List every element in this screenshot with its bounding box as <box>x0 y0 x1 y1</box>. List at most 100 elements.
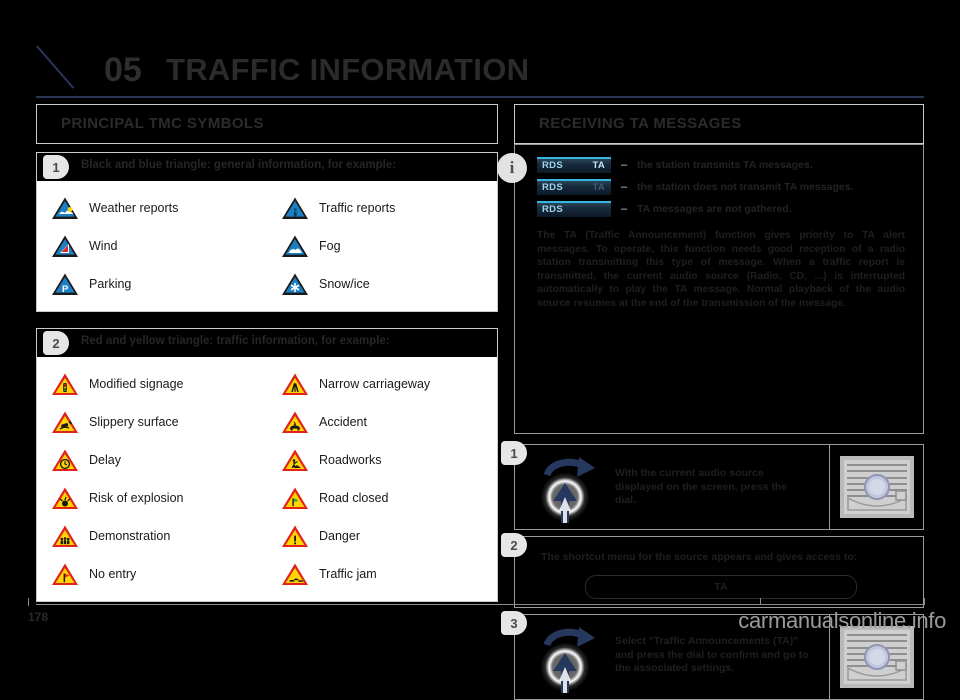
rds-indicator-row: RDS TA – the station does not transmit TA m… <box>537 177 853 196</box>
chapter-number: 05 <box>104 51 142 89</box>
list-dash: – <box>620 180 628 193</box>
symbol-label: Roadworks <box>319 453 382 467</box>
symbol-label: Parking <box>89 277 132 291</box>
blue-triangle-info-icon <box>281 196 309 221</box>
group-2-heading: Red and yellow triangle: traffic informa… <box>81 335 390 347</box>
symbol-label: Fog <box>319 239 341 253</box>
step-badge-2: 2 <box>501 533 527 557</box>
symbol-table-general: Weather reports Traffic reports Wind Fog P Pa… <box>37 181 497 311</box>
symbol-group-1-header: 1 Black and blue triangle: general infor… <box>37 153 497 181</box>
step-3-text: Select "Traffic Announcements (TA)" and … <box>615 635 809 674</box>
blue-triangle-parking-icon: P <box>51 272 79 297</box>
rds-indicator-row: RDS – TA messages are not gathered. <box>537 199 853 218</box>
symbol-label: Traffic jam <box>319 567 377 581</box>
step-badge-3: 3 <box>501 611 527 635</box>
chapter-header-chamfer <box>36 46 82 98</box>
section-banner-chamfer-right <box>865 105 923 143</box>
symbol-label: Slippery surface <box>89 415 179 429</box>
symbol-label: Danger <box>319 529 360 543</box>
list-dash: – <box>620 158 628 171</box>
symbol-row: Roadworks <box>267 441 497 479</box>
warning-triangle-traffic-jam-icon <box>281 562 309 587</box>
symbol-row: Danger <box>267 517 497 555</box>
rds-description: the station does not transmit TA message… <box>637 180 854 193</box>
symbol-label: Weather reports <box>89 201 179 215</box>
ta-indicator: TA <box>592 159 605 171</box>
symbol-label: Road closed <box>319 491 389 505</box>
warning-triangle-road-closed-icon <box>281 486 309 511</box>
car-audio-unit-icon <box>838 624 916 695</box>
symbol-group-2: 2 Red and yellow triangle: traffic infor… <box>36 328 498 602</box>
blue-triangle-fog-icon <box>281 234 309 259</box>
symbol-label: Accident <box>319 415 367 429</box>
symbol-label: Narrow carriageway <box>319 377 431 391</box>
symbol-row: Delay <box>37 441 267 479</box>
rds-indicator-row: RDS TA – the station transmits TA messages. <box>537 155 853 174</box>
step-1-text: With the current audio source displayed … <box>615 467 788 506</box>
symbol-row: No entry <box>37 555 267 593</box>
chapter-title: TRAFFIC INFORMATION <box>166 52 530 87</box>
symbol-row: Road closed <box>267 479 497 517</box>
symbol-row: Wind <box>37 227 267 265</box>
symbol-label: No entry <box>89 567 137 581</box>
rds-description: TA messages are not gathered. <box>637 202 792 215</box>
warning-triangle-roadworks-icon <box>281 448 309 473</box>
ta-info-box: i RDS TA – the station transmits TA message… <box>497 144 924 434</box>
warning-triangle-narrow-road-icon <box>281 372 309 397</box>
rds-label: RDS <box>542 181 563 193</box>
symbol-label: Delay <box>89 453 121 467</box>
symbol-row: Fog <box>267 227 497 265</box>
symbol-group-1: 1 Black and blue triangle: general infor… <box>36 152 498 312</box>
step-1-unit-cell <box>829 445 923 529</box>
symbol-row: Slippery surface <box>37 403 267 441</box>
footer-left-tick <box>28 598 29 606</box>
rds-indicator-list: RDS TA – the station transmits TA messages.… <box>537 155 853 221</box>
step-badge-1: 1 <box>501 441 527 465</box>
group-badge-1: 1 <box>43 155 69 179</box>
ta-description-paragraph: The TA (Traffic Announcement) function g… <box>537 230 905 309</box>
rds-description: the station transmits TA messages. <box>637 158 813 171</box>
symbol-row: Traffic jam <box>267 555 497 593</box>
blue-triangle-snow-icon <box>281 272 309 297</box>
chapter-header: 05 TRAFFIC INFORMATION <box>36 46 924 98</box>
symbol-label: Risk of explosion <box>89 491 184 505</box>
footer-tick-right <box>924 598 925 605</box>
list-dash: – <box>620 202 628 215</box>
ta-menu-item[interactable]: TA <box>585 575 857 599</box>
svg-text:P: P <box>62 284 69 295</box>
symbol-label: Demonstration <box>89 529 171 543</box>
step-2-text: The shortcut menu for the source appears… <box>541 551 858 563</box>
symbol-group-2-header: 2 Red and yellow triangle: traffic infor… <box>37 329 497 357</box>
blue-triangle-weather-icon <box>51 196 79 221</box>
footer-rule <box>36 604 924 605</box>
group-1-heading: Black and blue triangle: general informa… <box>81 159 397 171</box>
symbol-row: Traffic reports <box>267 189 497 227</box>
symbol-label: Traffic reports <box>319 201 396 215</box>
warning-triangle-clock-icon <box>51 448 79 473</box>
warning-triangle-traffic-light-icon <box>51 372 79 397</box>
warning-triangle-skid-icon <box>51 410 79 435</box>
left-column: 1 Black and blue triangle: general infor… <box>36 100 498 612</box>
symbol-row: Narrow carriageway <box>267 365 497 403</box>
footer-tick-mid <box>760 598 761 605</box>
symbol-row: Snow/ice <box>267 265 497 303</box>
step-2: 2 The shortcut menu for the source appea… <box>501 533 924 608</box>
symbol-label: Modified signage <box>89 377 184 391</box>
info-icon: i <box>497 153 527 183</box>
rds-display-chip: RDS <box>537 200 611 217</box>
ta-indicator: TA <box>592 181 605 193</box>
rotary-dial-press-icon <box>531 453 601 528</box>
page-number: 178 <box>28 610 49 624</box>
blue-triangle-wind-icon <box>51 234 79 259</box>
warning-triangle-explosion-icon <box>51 486 79 511</box>
rds-label: RDS <box>542 203 563 215</box>
rotary-dial-press-icon <box>531 623 601 698</box>
symbol-label: Snow/ice <box>319 277 370 291</box>
warning-triangle-demonstration-icon <box>51 524 79 549</box>
manual-page: 05 TRAFFIC INFORMATION PRINCIPAL TMC SYM… <box>0 0 960 700</box>
symbol-row: Accident <box>267 403 497 441</box>
rds-display-chip: RDS TA <box>537 178 611 195</box>
section-title-right: RECEIVING TA MESSAGES <box>539 115 742 132</box>
rds-label: RDS <box>542 159 563 171</box>
symbol-label: Wind <box>89 239 118 253</box>
